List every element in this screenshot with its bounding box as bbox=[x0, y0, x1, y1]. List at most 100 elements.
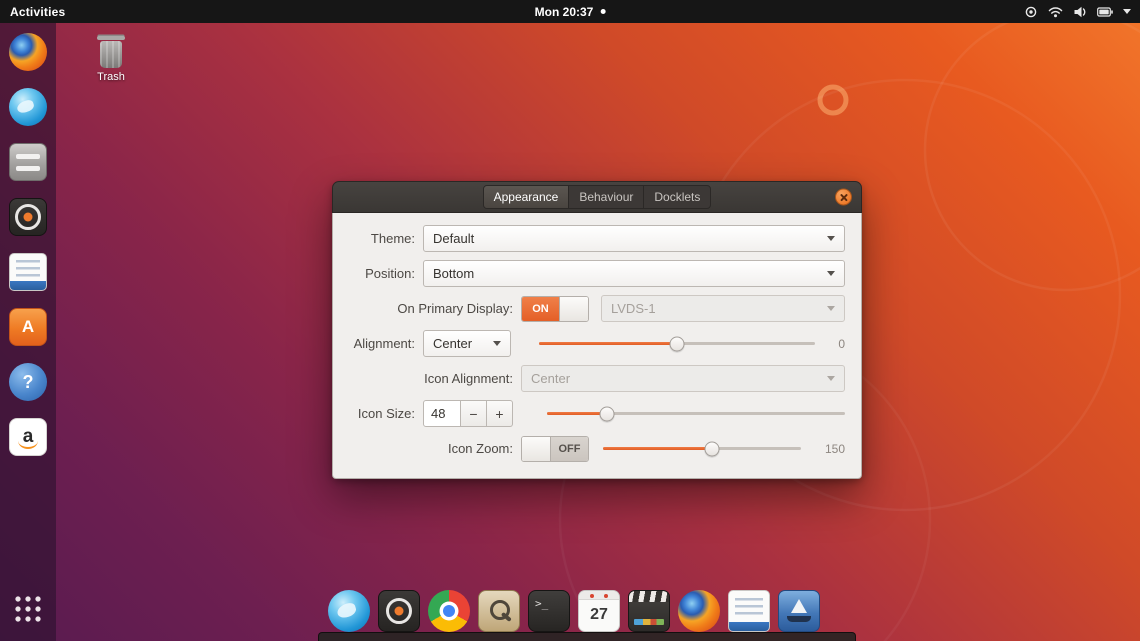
dock-item-image-viewer[interactable] bbox=[477, 588, 521, 634]
alignment-dropdown[interactable]: Center bbox=[423, 330, 511, 357]
activities-button[interactable]: Activities bbox=[10, 5, 65, 19]
toggle-off-label: OFF bbox=[551, 436, 588, 461]
display-value: LVDS-1 bbox=[611, 301, 656, 316]
magnifier-icon bbox=[478, 590, 520, 632]
dock-item-writer[interactable] bbox=[727, 588, 771, 634]
trash-label: Trash bbox=[97, 71, 125, 83]
primary-display-row: On Primary Display: ON LVDS-1 bbox=[343, 291, 845, 326]
position-row: Position: Bottom bbox=[343, 256, 845, 291]
tab-behaviour[interactable]: Behaviour bbox=[569, 186, 645, 208]
alignment-slider-value: 0 bbox=[838, 336, 845, 351]
display-dropdown[interactable]: LVDS-1 bbox=[601, 295, 845, 322]
sailboat-icon bbox=[778, 590, 820, 632]
dock-item-terminal[interactable]: >_ bbox=[527, 588, 571, 634]
close-button[interactable] bbox=[835, 188, 852, 206]
slider-fill bbox=[547, 411, 607, 415]
launcher-item-camera[interactable] bbox=[8, 197, 48, 237]
dock-item-firefox[interactable] bbox=[677, 588, 721, 634]
firefox-icon bbox=[678, 590, 720, 632]
plank-preferences-window: Appearance Behaviour Docklets Theme: Def… bbox=[332, 181, 862, 479]
chevron-down-icon bbox=[827, 376, 835, 381]
camera-lens-icon bbox=[378, 590, 420, 632]
dock-item-thunderbird[interactable] bbox=[327, 588, 371, 634]
libreoffice-writer-icon bbox=[9, 253, 47, 291]
decrement-button[interactable]: − bbox=[461, 400, 487, 427]
tab-docklets[interactable]: Docklets bbox=[644, 186, 710, 208]
icon-size-spinner: 48 − + bbox=[423, 400, 513, 427]
alignment-value: Center bbox=[433, 336, 473, 351]
increment-button[interactable]: + bbox=[487, 400, 513, 427]
icon-zoom-slider[interactable] bbox=[603, 441, 801, 457]
caret-down-icon[interactable] bbox=[1123, 9, 1131, 14]
launcher-item-thunderbird[interactable] bbox=[8, 87, 48, 127]
preferences-body: Theme: Default Position: Bottom On Prima… bbox=[332, 213, 862, 479]
position-dropdown[interactable]: Bottom bbox=[423, 260, 845, 287]
icon-zoom-row: Icon Zoom: OFF 150 bbox=[343, 431, 845, 466]
launcher-item-help[interactable]: ? bbox=[8, 362, 48, 402]
toggle-knob bbox=[522, 436, 551, 461]
amazon-glyph: a bbox=[22, 426, 34, 447]
notification-dot bbox=[600, 9, 606, 14]
theme-dropdown[interactable]: Default bbox=[423, 225, 845, 252]
position-value: Bottom bbox=[433, 266, 475, 281]
slider-fill bbox=[539, 341, 677, 345]
icon-zoom-toggle[interactable]: OFF bbox=[521, 435, 589, 462]
clapperboard-icon bbox=[628, 590, 670, 632]
launcher-item-amazon[interactable]: a bbox=[8, 417, 48, 457]
trash-desktop-icon[interactable]: Trash bbox=[88, 34, 134, 83]
dock-item-calendar[interactable]: 27 bbox=[577, 588, 621, 634]
top-bar: Activities Mon 20:37 bbox=[0, 0, 1140, 23]
volume-icon[interactable] bbox=[1073, 6, 1087, 18]
primary-display-toggle[interactable]: ON bbox=[521, 295, 589, 322]
help-icon: ? bbox=[9, 363, 47, 401]
icon-alignment-value: Center bbox=[531, 371, 571, 386]
thunderbird-icon bbox=[9, 88, 47, 126]
dock-item-chrome[interactable] bbox=[427, 588, 471, 634]
file-manager-icon bbox=[9, 143, 47, 181]
toggle-on-label: ON bbox=[522, 296, 559, 321]
wifi-icon[interactable] bbox=[1048, 6, 1063, 18]
slider-thumb[interactable] bbox=[599, 406, 615, 421]
system-status-area[interactable] bbox=[1024, 6, 1131, 18]
camera-lens-icon bbox=[9, 198, 47, 236]
theme-label: Theme: bbox=[370, 231, 415, 246]
position-label: Position: bbox=[365, 266, 415, 281]
launcher-item-software[interactable]: A bbox=[8, 307, 48, 347]
icon-size-slider[interactable] bbox=[547, 406, 845, 422]
slider-thumb[interactable] bbox=[669, 336, 685, 351]
dock-item-video-editor[interactable] bbox=[627, 588, 671, 634]
help-glyph: ? bbox=[22, 371, 34, 392]
grid-dots-icon bbox=[13, 594, 43, 624]
launcher-item-writer[interactable] bbox=[8, 252, 48, 292]
dock-item-sailboat[interactable] bbox=[777, 588, 821, 634]
screen-share-icon[interactable] bbox=[1024, 6, 1038, 18]
calendar-icon: 27 bbox=[578, 590, 620, 632]
trash-icon bbox=[97, 34, 125, 68]
window-titlebar[interactable]: Appearance Behaviour Docklets bbox=[332, 181, 862, 213]
show-applications-button[interactable] bbox=[8, 589, 48, 629]
slider-thumb[interactable] bbox=[704, 441, 720, 456]
chevron-down-icon bbox=[827, 236, 835, 241]
launcher-item-firefox[interactable] bbox=[8, 32, 48, 72]
alignment-label: Alignment: bbox=[353, 336, 415, 351]
theme-row: Theme: Default bbox=[343, 221, 845, 256]
theme-value: Default bbox=[433, 231, 475, 246]
desktop: Activities Mon 20:37 A ? a Trash Appeara… bbox=[0, 0, 1140, 641]
alignment-slider[interactable] bbox=[539, 336, 815, 352]
chevron-down-icon bbox=[827, 306, 835, 311]
launcher-dock: A ? a bbox=[0, 23, 56, 641]
icon-alignment-dropdown[interactable]: Center bbox=[521, 365, 845, 392]
tab-appearance[interactable]: Appearance bbox=[483, 186, 570, 208]
slider-fill bbox=[603, 446, 712, 450]
clock-text: Mon 20:37 bbox=[534, 4, 594, 19]
software-letter: A bbox=[21, 317, 35, 336]
dock-item-camera[interactable] bbox=[377, 588, 421, 634]
battery-icon[interactable] bbox=[1097, 6, 1113, 17]
launcher-item-file-manager[interactable] bbox=[8, 142, 48, 182]
icon-alignment-label: Icon Alignment: bbox=[424, 371, 513, 386]
chevron-down-icon bbox=[493, 341, 501, 346]
primary-display-label: On Primary Display: bbox=[397, 301, 513, 316]
clock-menu[interactable]: Mon 20:37 bbox=[535, 5, 606, 19]
icon-size-input[interactable]: 48 bbox=[423, 400, 461, 427]
icon-size-label: Icon Size: bbox=[357, 406, 415, 421]
